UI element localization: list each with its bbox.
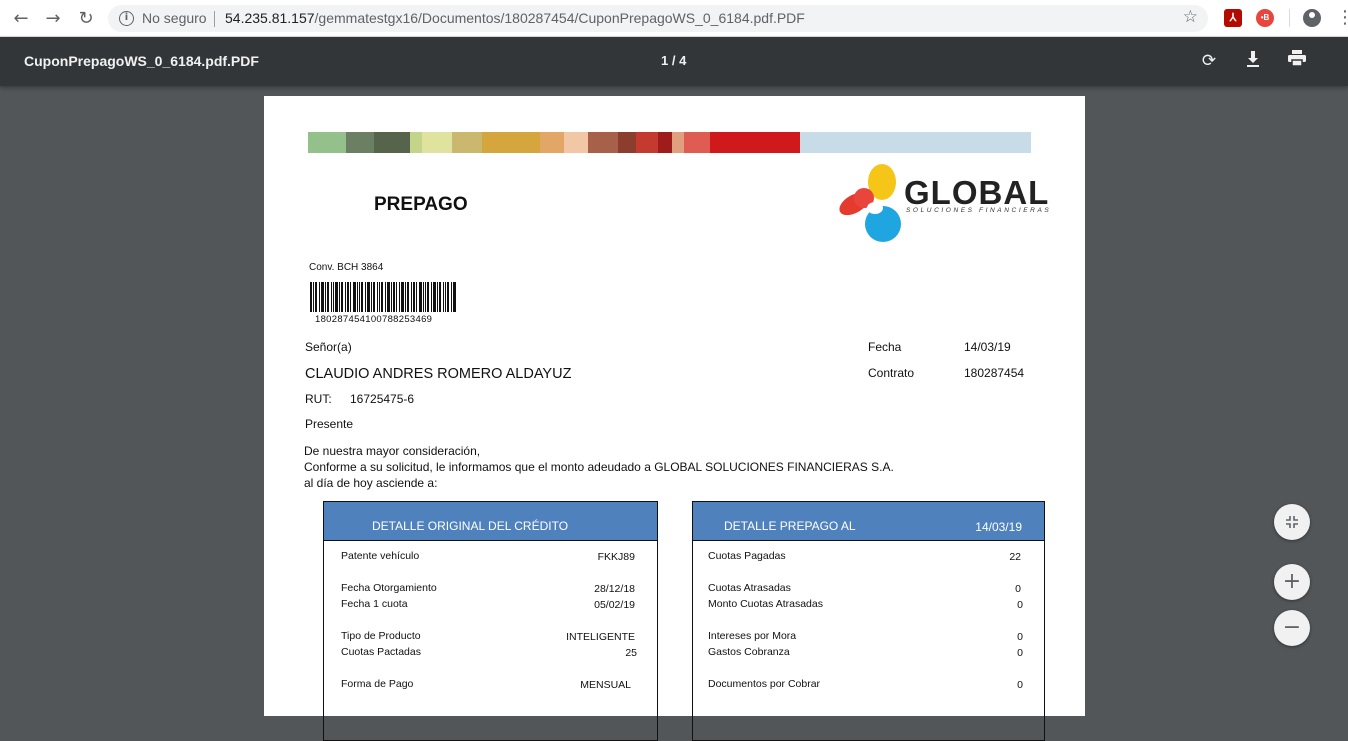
url-path: /gemmatestgx16/Documentos/180287454/Cupo… [314, 10, 805, 26]
color-stripe [308, 132, 1061, 153]
row-value: 0 [1017, 647, 1023, 659]
browser-toolbar: ← → ↻ i No seguro 54.235.81.157/gemmates… [0, 0, 1348, 37]
page-indicator: 1 / 4 [661, 53, 687, 68]
contrato-value: 180287454 [964, 366, 1025, 380]
client-name: CLAUDIO ANDRES ROMERO ALDAYUZ [305, 366, 572, 382]
url-text[interactable]: 54.235.81.157/gemmatestgx16/Documentos/1… [225, 10, 805, 26]
row-value: FKKJ89 [597, 551, 635, 563]
row-value: 0 [1017, 679, 1023, 691]
logo-tagline: SOLUCIONES FINANCIERAS [906, 207, 1052, 214]
row-value: 28/12/18 [594, 583, 635, 595]
original-credit-title: DETALLE ORIGINAL DEL CRÉDITO [372, 519, 569, 533]
row-label: Tipo de Producto [341, 630, 421, 642]
prepago-detail-title: DETALLE PREPAGO AL [724, 519, 856, 533]
row-value: 25 [625, 647, 637, 659]
address-bar[interactable]: i No seguro 54.235.81.157/gemmatestgx16/… [108, 5, 1208, 32]
pdf-extension-icon[interactable]: ⅄ [1224, 9, 1242, 27]
row-label: Monto Cuotas Atrasadas [708, 598, 823, 610]
fecha-value: 14/03/19 [964, 340, 1011, 354]
record-extension-icon[interactable]: •B [1256, 9, 1274, 27]
row-label: Forma de Pago [341, 678, 414, 690]
print-icon[interactable] [1286, 50, 1308, 72]
rut-label: RUT: [305, 392, 332, 406]
row-value: 22 [1009, 551, 1021, 563]
intro-line-2: Conforme a su solicitud, le informamos q… [304, 460, 894, 474]
convenio-label: Conv. BCH 3864 [309, 262, 384, 273]
info-icon[interactable]: i [119, 11, 134, 26]
pdf-page: PREPAGO GLOBAL SOLUCIONES FINANCIERAS Co… [264, 96, 1085, 741]
row-value: 0 [1017, 599, 1023, 611]
logo-mark [839, 164, 901, 242]
prepago-detail-date: 14/03/19 [975, 520, 1022, 534]
star-icon[interactable]: ☆ [1183, 7, 1198, 27]
menu-icon[interactable]: ⋮ [1336, 7, 1348, 29]
row-label: Fecha Otorgamiento [341, 582, 437, 594]
security-status[interactable]: No seguro [142, 10, 207, 26]
reload-icon[interactable]: ↻ [75, 8, 97, 30]
document-heading: PREPAGO [374, 194, 468, 215]
barcode [310, 282, 456, 312]
presente-label: Presente [305, 417, 354, 431]
original-credit-header: DETALLE ORIGINAL DEL CRÉDITO [324, 502, 657, 541]
rut-value: 16725475-6 [350, 392, 415, 406]
row-label: Cuotas Pagadas [708, 550, 786, 562]
fit-page-icon[interactable] [1274, 504, 1310, 540]
intro-line-1: De nuestra mayor consideración, [304, 444, 481, 458]
row-value: 05/02/19 [594, 599, 635, 611]
row-label: Cuotas Atrasadas [708, 582, 791, 594]
download-icon[interactable] [1242, 50, 1264, 72]
url-host: 54.235.81.157 [225, 10, 315, 26]
row-label: Patente vehículo [341, 550, 420, 562]
rotate-icon[interactable]: ⟳ [1198, 50, 1220, 72]
toolbar-divider [1289, 9, 1290, 27]
row-value: MENSUAL [580, 679, 631, 691]
zoom-out-icon[interactable]: − [1274, 610, 1310, 646]
intro-line-3: al día de hoy asciende a: [304, 476, 438, 490]
row-label: Cuotas Pactadas [341, 646, 421, 658]
row-value: INTELIGENTE [566, 631, 635, 643]
row-label: Gastos Cobranza [708, 646, 790, 658]
prepago-detail-box: DETALLE PREPAGO AL 14/03/19 Cuotas Pagad… [692, 501, 1045, 741]
row-label: Documentos por Cobrar [708, 678, 821, 690]
original-credit-box: DETALLE ORIGINAL DEL CRÉDITO Patente veh… [323, 501, 658, 741]
senor-label: Señor(a) [305, 340, 352, 354]
profile-icon[interactable] [1303, 9, 1321, 27]
prepago-detail-header: DETALLE PREPAGO AL 14/03/19 [693, 502, 1044, 541]
fecha-label: Fecha [868, 340, 902, 354]
row-value: 0 [1015, 583, 1021, 595]
pdf-toolbar: CuponPrepagoWS_0_6184.pdf.PDF 1 / 4 ⟳ [0, 37, 1348, 86]
zoom-in-icon[interactable]: + [1274, 564, 1310, 600]
forward-icon[interactable]: → [42, 8, 64, 30]
omnibox-divider [214, 11, 215, 27]
row-value: 0 [1017, 631, 1023, 643]
row-label: Intereses por Mora [708, 630, 797, 642]
global-logo: GLOBAL SOLUCIONES FINANCIERAS [834, 156, 1064, 248]
barcode-number: 180287454100788253469 [315, 314, 433, 325]
row-label: Fecha 1 cuota [341, 598, 408, 610]
contrato-label: Contrato [868, 366, 915, 380]
pdf-file-name: CuponPrepagoWS_0_6184.pdf.PDF [24, 53, 259, 69]
back-icon[interactable]: ← [10, 8, 32, 30]
